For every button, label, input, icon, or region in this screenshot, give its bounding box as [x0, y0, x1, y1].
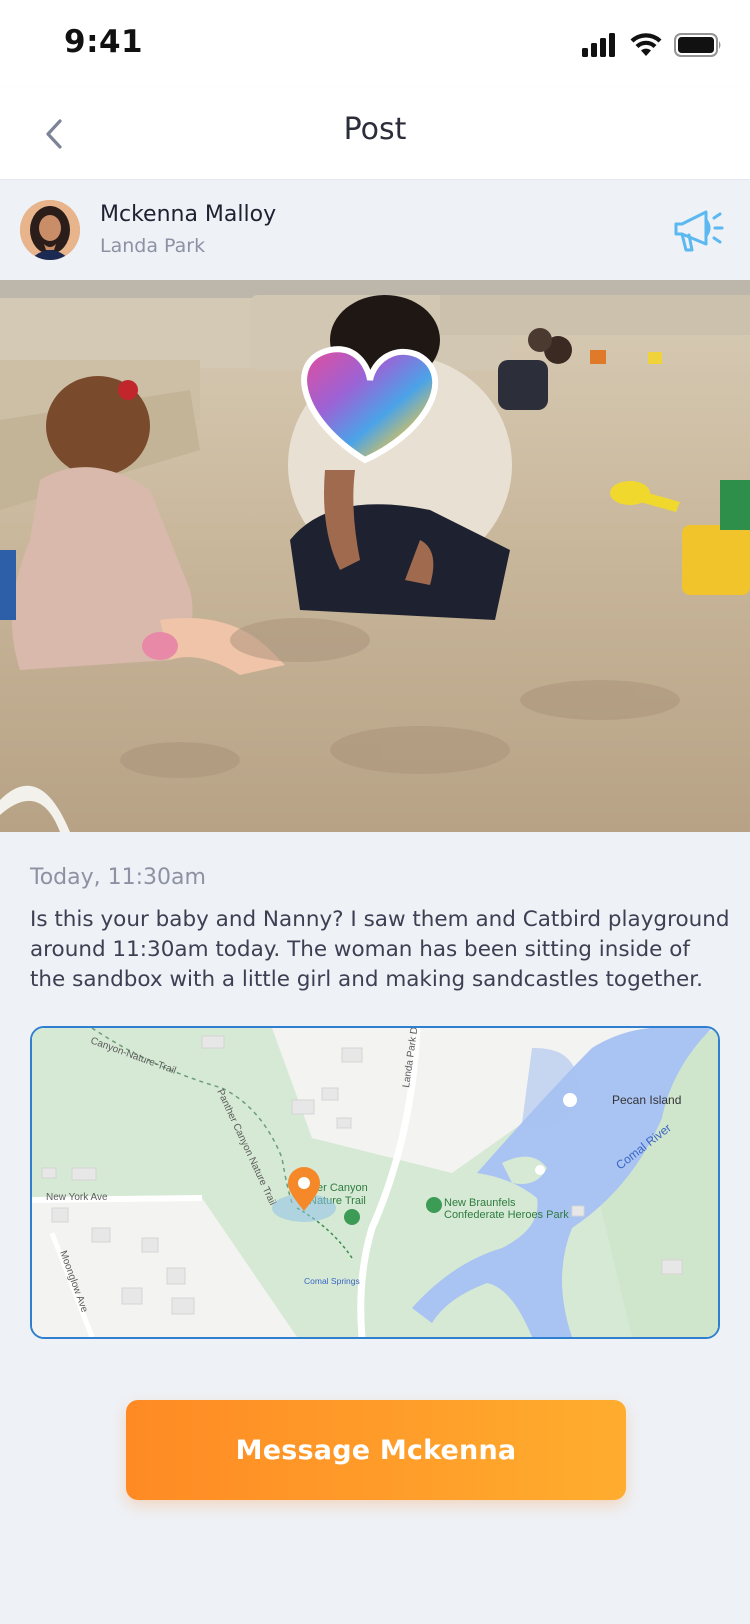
author-location: Landa Park [100, 235, 206, 257]
avatar-image [20, 200, 80, 260]
park-poi-icon [426, 1197, 442, 1213]
status-icons [582, 30, 722, 60]
nav-bar: Post [0, 88, 750, 180]
location-map[interactable]: Canyon-Nature-Trail Panther Canyon Natur… [30, 1026, 720, 1339]
map-label-pecan-island: Pecan Island [612, 1093, 681, 1107]
status-time: 9:41 [64, 24, 144, 60]
post-timestamp: Today, 11:30am [30, 865, 206, 890]
megaphone-icon [674, 210, 724, 252]
post-photo[interactable] [0, 280, 750, 832]
signal-icon [582, 33, 615, 57]
map-label-canyon-poi-1: er Canyon [317, 1182, 368, 1194]
post-body: Is this your baby and Nanny? I saw them … [30, 907, 730, 992]
map-label-comal-springs: Comal Springs [304, 1276, 360, 1286]
avatar[interactable] [20, 200, 80, 260]
battery-icon [674, 33, 721, 57]
page-title: Post [343, 112, 407, 147]
report-button[interactable] [672, 204, 724, 256]
map-image: Canyon-Nature-Trail Panther Canyon Natur… [32, 1028, 718, 1337]
message-button[interactable]: Message Mckenna [126, 1400, 626, 1500]
post-author-row: Mckenna Malloy Landa Park [0, 180, 750, 280]
status-bar: 9:41 [0, 0, 750, 88]
author-name[interactable]: Mckenna Malloy [100, 202, 276, 227]
map-label-new-york-ave: New York Ave [46, 1192, 108, 1203]
map-label-heroes-park-2: Confederate Heroes Park [444, 1209, 569, 1221]
hiking-poi-icon [344, 1209, 360, 1225]
post-photo-image [0, 280, 750, 832]
wifi-icon [630, 33, 662, 56]
map-label-heroes-park-1: New Braunfels [444, 1197, 516, 1209]
